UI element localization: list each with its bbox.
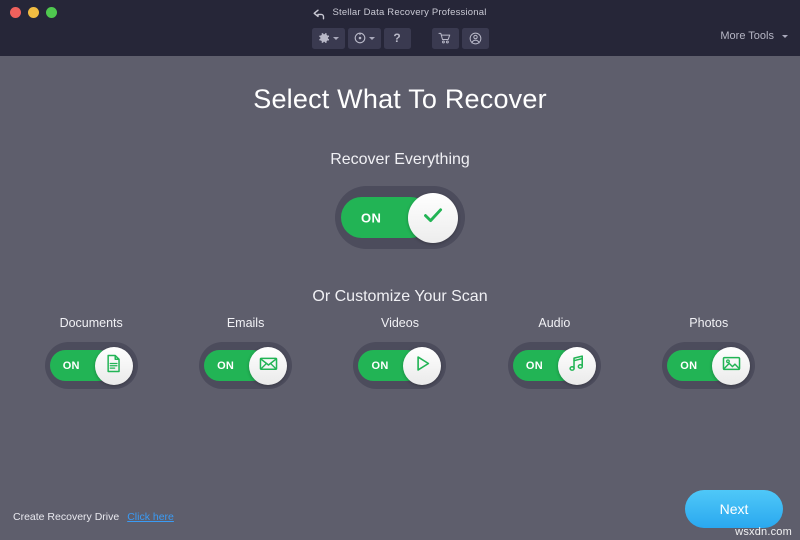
toggle-knob <box>408 192 458 243</box>
cart-icon <box>438 32 452 44</box>
recover-everything-label: Recover Everything <box>330 151 470 168</box>
category-label: Photos <box>689 316 729 330</box>
user-icon <box>469 32 482 45</box>
category-documents: Documents ON <box>20 316 162 389</box>
image-icon <box>721 353 742 379</box>
more-tools-label: More Tools <box>720 30 774 42</box>
gear-icon <box>318 32 330 44</box>
play-icon <box>412 353 433 379</box>
envelope-icon <box>258 353 279 379</box>
category-label: Audio <box>538 316 571 330</box>
toolbar: ? <box>0 27 800 49</box>
toggle-knob <box>94 346 133 385</box>
settings-button[interactable] <box>311 27 345 49</box>
check-icon <box>420 202 446 233</box>
recover-everything-toggle[interactable]: ON <box>335 186 465 249</box>
toggle-knob <box>712 346 751 385</box>
help-button[interactable]: ? <box>383 27 411 49</box>
chevron-down-icon <box>332 36 339 40</box>
more-tools-menu[interactable]: More Tools <box>720 30 788 42</box>
toggle-state-label: ON <box>62 359 80 372</box>
footer-bar: Create Recovery Drive Click here Next ws… <box>0 478 800 540</box>
account-button[interactable] <box>461 27 489 49</box>
create-recovery-drive-link[interactable]: Click here <box>127 511 174 523</box>
toggle-knob <box>249 346 288 385</box>
category-toggle-row: Documents ON Emails ON Videos ON Audio O… <box>0 316 800 389</box>
category-audio: Audio ON <box>483 316 625 389</box>
documents-toggle[interactable]: ON <box>44 342 138 389</box>
history-icon <box>354 32 366 44</box>
photos-toggle[interactable]: ON <box>662 342 756 389</box>
chevron-down-icon <box>368 36 375 40</box>
document-icon <box>103 353 124 379</box>
title-bar: Stellar Data Recovery Professional ? Mor… <box>0 0 800 56</box>
toolbar-group-right <box>431 27 489 49</box>
next-button[interactable]: Next <box>685 490 783 528</box>
category-label: Emails <box>226 316 265 330</box>
app-window: Stellar Data Recovery Professional ? Mor… <box>0 0 800 540</box>
category-emails: Emails ON <box>175 316 317 389</box>
customize-scan-label: Or Customize Your Scan <box>312 288 488 305</box>
main-content: Select What To Recover Recover Everythin… <box>0 56 800 540</box>
emails-toggle[interactable]: ON <box>199 342 293 389</box>
help-icon: ? <box>393 31 401 45</box>
window-title-group: Stellar Data Recovery Professional <box>0 4 800 20</box>
toggle-knob <box>403 346 442 385</box>
audio-toggle[interactable]: ON <box>507 342 601 389</box>
cart-button[interactable] <box>431 27 459 49</box>
history-button[interactable] <box>347 27 381 49</box>
toggle-state-label: ON <box>217 359 235 372</box>
app-title: Stellar Data Recovery Professional <box>332 6 487 18</box>
toggle-knob <box>557 346 596 385</box>
create-recovery-drive-label: Create Recovery Drive <box>13 511 120 523</box>
back-arrow-icon[interactable] <box>313 7 326 19</box>
category-videos: Videos ON <box>329 316 471 389</box>
toggle-state-label: ON <box>525 359 543 372</box>
page-title: Select What To Recover <box>253 84 547 114</box>
category-label: Documents <box>59 316 123 330</box>
toggle-state-label: ON <box>680 359 698 372</box>
create-recovery-drive: Create Recovery Drive Click here <box>13 511 174 523</box>
music-note-icon <box>566 353 587 379</box>
toggle-state-label: ON <box>371 359 389 372</box>
category-label: Videos <box>380 316 419 330</box>
toggle-state-label: ON <box>361 210 382 225</box>
category-photos: Photos ON <box>638 316 780 389</box>
toolbar-group-left: ? <box>311 27 411 49</box>
chevron-down-icon <box>782 34 788 38</box>
videos-toggle[interactable]: ON <box>353 342 447 389</box>
watermark: wsxdn.com <box>735 526 792 538</box>
